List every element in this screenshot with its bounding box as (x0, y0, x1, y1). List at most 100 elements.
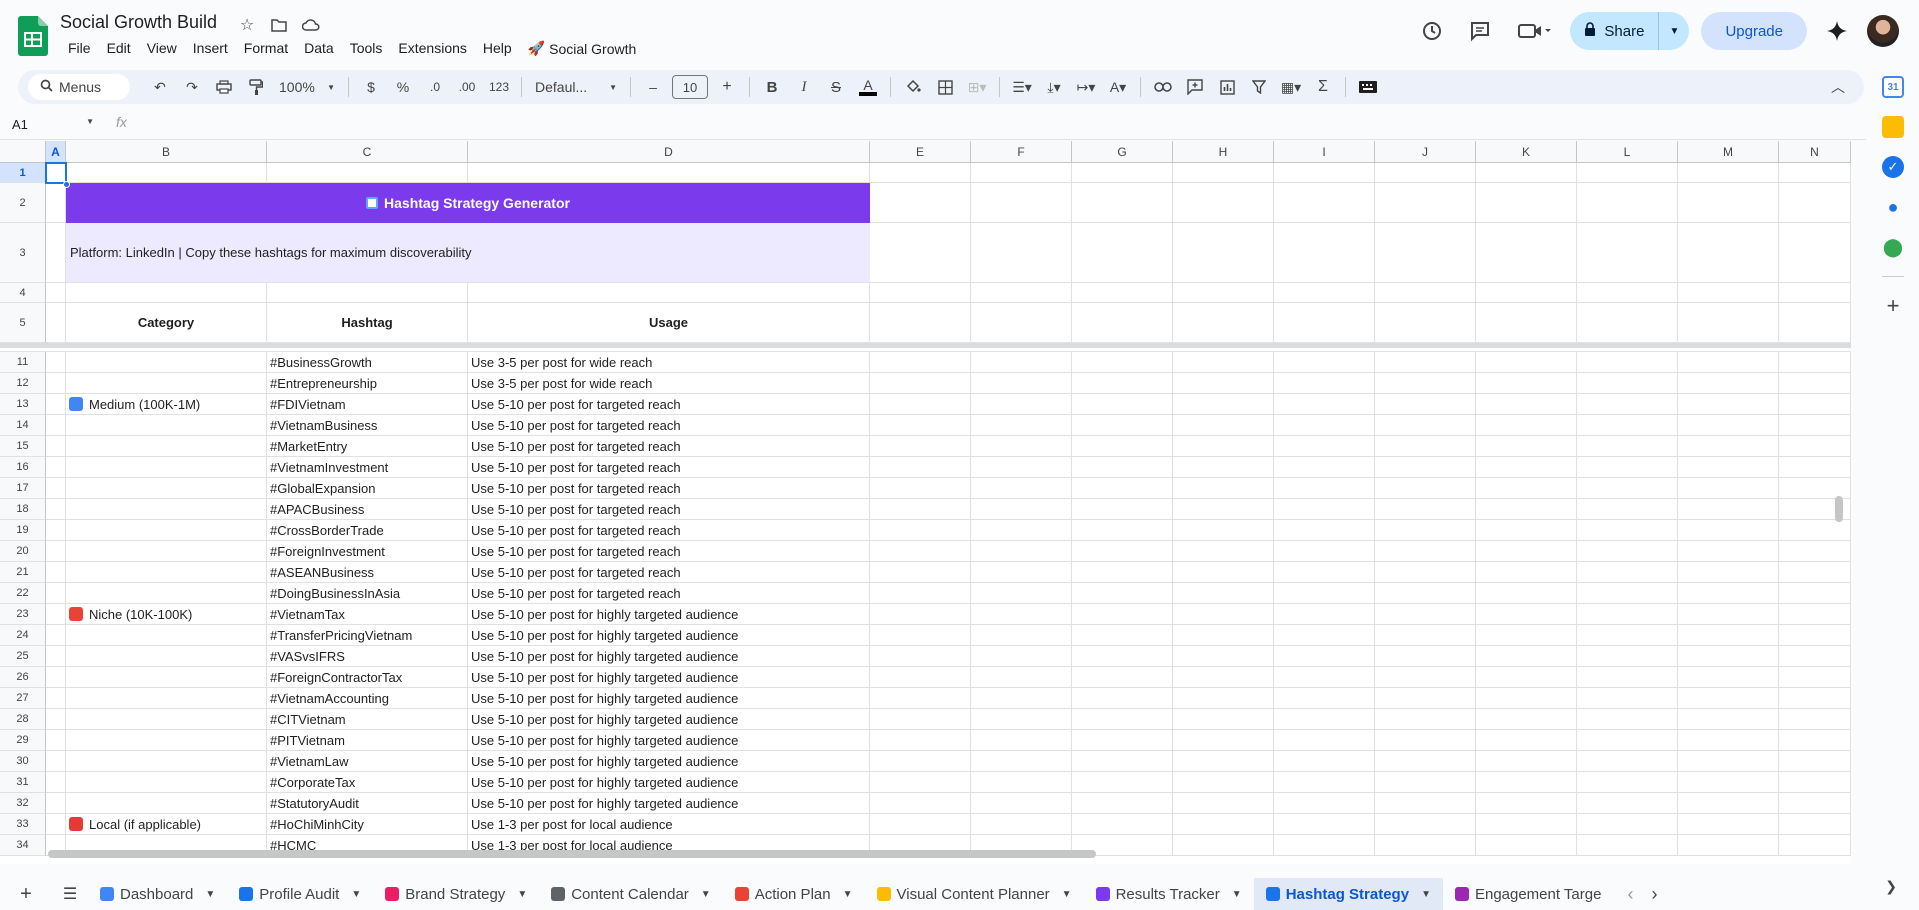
usage-cell[interactable]: Use 5-10 per post for highly targeted au… (468, 625, 870, 646)
cell[interactable] (46, 625, 66, 646)
cell[interactable] (1476, 562, 1577, 583)
row-header[interactable]: 34 (0, 835, 46, 856)
cell[interactable] (1678, 394, 1779, 415)
category-cell[interactable] (66, 625, 267, 646)
cell[interactable] (1678, 646, 1779, 667)
cell[interactable] (46, 709, 66, 730)
sheet-tab[interactable]: Results Tracker ▼ (1084, 878, 1254, 910)
menus-search[interactable]: Menus (28, 74, 130, 100)
increase-font-size-button[interactable]: + (714, 74, 740, 100)
cell[interactable] (46, 283, 66, 303)
all-sheets-menu-icon[interactable]: ☰ (52, 880, 88, 908)
cell[interactable] (1577, 835, 1678, 856)
cell[interactable] (1274, 520, 1375, 541)
cell[interactable] (46, 814, 66, 835)
horizontal-align-icon[interactable]: ☰▾ (1009, 74, 1035, 100)
meet-video-icon[interactable] (1510, 13, 1558, 49)
cell[interactable] (1779, 625, 1851, 646)
redo-icon[interactable]: ↷ (179, 74, 205, 100)
cell[interactable] (1779, 223, 1851, 283)
hashtag-cell[interactable]: #VietnamLaw (267, 751, 468, 772)
insert-comment-icon[interactable] (1182, 74, 1208, 100)
cell[interactable] (1072, 646, 1173, 667)
usage-cell[interactable]: Use 5-10 per post for targeted reach (468, 562, 870, 583)
cell[interactable] (1274, 303, 1375, 343)
cell[interactable] (870, 520, 971, 541)
hashtag-cell[interactable]: #MarketEntry (267, 436, 468, 457)
cell[interactable] (971, 730, 1072, 751)
cell[interactable] (1779, 793, 1851, 814)
add-addon-icon[interactable]: + (1882, 293, 1904, 318)
cell[interactable] (971, 394, 1072, 415)
cell[interactable] (1375, 457, 1476, 478)
cell[interactable] (870, 415, 971, 436)
menu-tools[interactable]: Tools (342, 38, 391, 59)
horizontal-scrollbar[interactable] (48, 850, 1096, 858)
hashtag-cell[interactable]: #VASvsIFRS (267, 646, 468, 667)
tasks-icon[interactable]: ✓ (1882, 156, 1904, 178)
cell[interactable] (1779, 646, 1851, 667)
column-label-hashtag[interactable]: Hashtag (267, 303, 468, 343)
row-header[interactable]: 5 (0, 303, 46, 343)
cell[interactable] (1173, 436, 1274, 457)
cell[interactable] (1072, 562, 1173, 583)
insert-chart-icon[interactable] (1214, 74, 1240, 100)
category-cell[interactable] (66, 457, 267, 478)
cell[interactable] (1274, 436, 1375, 457)
cell[interactable] (1072, 352, 1173, 373)
cell[interactable] (46, 183, 66, 223)
cell[interactable] (971, 814, 1072, 835)
cell[interactable] (1072, 163, 1173, 183)
cell[interactable] (1476, 223, 1577, 283)
document-title[interactable]: Social Growth Build (60, 12, 217, 33)
more-formats-button[interactable]: 123 (486, 74, 512, 100)
hashtag-cell[interactable]: #BusinessGrowth (267, 352, 468, 373)
cell[interactable] (1577, 604, 1678, 625)
cell[interactable] (1072, 499, 1173, 520)
cell[interactable] (870, 562, 971, 583)
keep-icon[interactable] (1882, 116, 1904, 138)
avatar[interactable] (1867, 15, 1899, 47)
upgrade-button[interactable]: Upgrade (1701, 12, 1807, 50)
row-header[interactable]: 28 (0, 709, 46, 730)
cell[interactable] (1375, 183, 1476, 223)
share-dropdown-button[interactable]: ▼ (1659, 12, 1689, 50)
paint-format-icon[interactable] (243, 74, 269, 100)
row-header[interactable]: 2 (0, 183, 46, 223)
banner-title-cell[interactable]: Hashtag Strategy Generator (66, 183, 870, 223)
hashtag-cell[interactable]: #Entrepreneurship (267, 373, 468, 394)
cell[interactable] (1476, 183, 1577, 223)
cell[interactable] (1476, 457, 1577, 478)
cell[interactable] (1577, 303, 1678, 343)
cell[interactable] (1476, 793, 1577, 814)
caret-down-icon[interactable]: ▼ (843, 889, 853, 900)
cell[interactable] (870, 478, 971, 499)
column-header[interactable]: L (1577, 141, 1678, 163)
cell[interactable] (870, 646, 971, 667)
cell[interactable] (1678, 520, 1779, 541)
cell[interactable] (870, 436, 971, 457)
cell[interactable] (1274, 688, 1375, 709)
cell[interactable] (1577, 541, 1678, 562)
cell[interactable] (1375, 709, 1476, 730)
cell[interactable] (870, 583, 971, 604)
column-header[interactable]: M (1678, 141, 1779, 163)
cell[interactable] (870, 541, 971, 562)
usage-cell[interactable]: Use 5-10 per post for targeted reach (468, 541, 870, 562)
cell[interactable] (1577, 562, 1678, 583)
menu-extensions[interactable]: Extensions (390, 38, 474, 59)
category-cell[interactable] (66, 709, 267, 730)
cell[interactable] (1476, 730, 1577, 751)
caret-down-icon[interactable]: ▼ (1232, 889, 1242, 900)
column-header[interactable]: G (1072, 141, 1173, 163)
cell[interactable] (1375, 436, 1476, 457)
cell[interactable] (1072, 303, 1173, 343)
borders-icon[interactable] (932, 74, 958, 100)
percent-format-button[interactable]: % (390, 74, 416, 100)
cell[interactable] (1476, 303, 1577, 343)
cell[interactable] (1577, 793, 1678, 814)
vertical-scrollbar[interactable] (1835, 496, 1843, 522)
hashtag-cell[interactable]: #CrossBorderTrade (267, 520, 468, 541)
cell[interactable] (1577, 415, 1678, 436)
cell[interactable] (66, 283, 267, 303)
